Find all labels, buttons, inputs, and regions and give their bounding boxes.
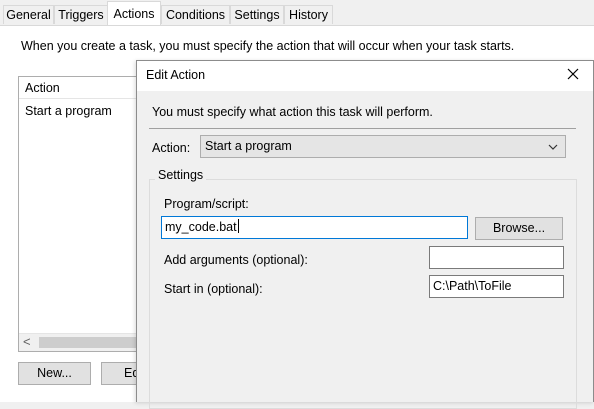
scroll-left-icon[interactable]: <: [23, 334, 31, 350]
divider: [149, 128, 576, 129]
action-dropdown[interactable]: Start a program: [200, 135, 566, 158]
program-script-value: my_code.bat: [165, 220, 237, 234]
tab-general[interactable]: General: [3, 5, 54, 24]
action-dropdown-value: Start a program: [205, 139, 292, 153]
tab-history[interactable]: History: [284, 5, 333, 24]
text-caret: [237, 219, 239, 233]
action-label: Action:: [152, 141, 191, 155]
tab-conditions[interactable]: Conditions: [161, 5, 230, 24]
tab-actions[interactable]: Actions: [107, 1, 161, 25]
scrollbar-thumb[interactable]: [39, 337, 145, 348]
close-icon[interactable]: [566, 67, 580, 81]
horizontal-scrollbar[interactable]: <: [19, 333, 147, 351]
add-arguments-label: Add arguments (optional):: [164, 253, 308, 267]
tab-settings[interactable]: Settings: [230, 5, 284, 24]
list-item[interactable]: Start a program: [25, 104, 112, 118]
dialog-titlebar: Edit Action: [137, 61, 593, 91]
browse-button[interactable]: Browse...: [475, 217, 563, 240]
start-in-input[interactable]: C:\Path\ToFile: [429, 275, 564, 298]
intro-text: When you create a task, you must specify…: [21, 39, 515, 53]
tab-strip: General Triggers Actions Conditions Sett…: [0, 0, 594, 25]
dialog-message: You must specify what action this task w…: [152, 105, 433, 119]
chevron-down-icon: [548, 144, 558, 150]
dialog-title: Edit Action: [146, 68, 206, 82]
dialog-body: You must specify what action this task w…: [137, 91, 593, 409]
program-script-label: Program/script:: [164, 197, 249, 211]
settings-group-label: Settings: [155, 168, 207, 182]
edit-action-dialog: Edit Action You must specify what action…: [136, 60, 594, 409]
add-arguments-input[interactable]: [429, 246, 564, 269]
column-header-action[interactable]: Action: [19, 77, 147, 99]
program-script-input[interactable]: my_code.bat: [161, 216, 468, 239]
action-list[interactable]: Action Start a program <: [18, 76, 148, 352]
tab-triggers[interactable]: Triggers: [54, 5, 108, 24]
start-in-label: Start in (optional):: [164, 282, 263, 296]
new-button[interactable]: New...: [18, 362, 91, 385]
